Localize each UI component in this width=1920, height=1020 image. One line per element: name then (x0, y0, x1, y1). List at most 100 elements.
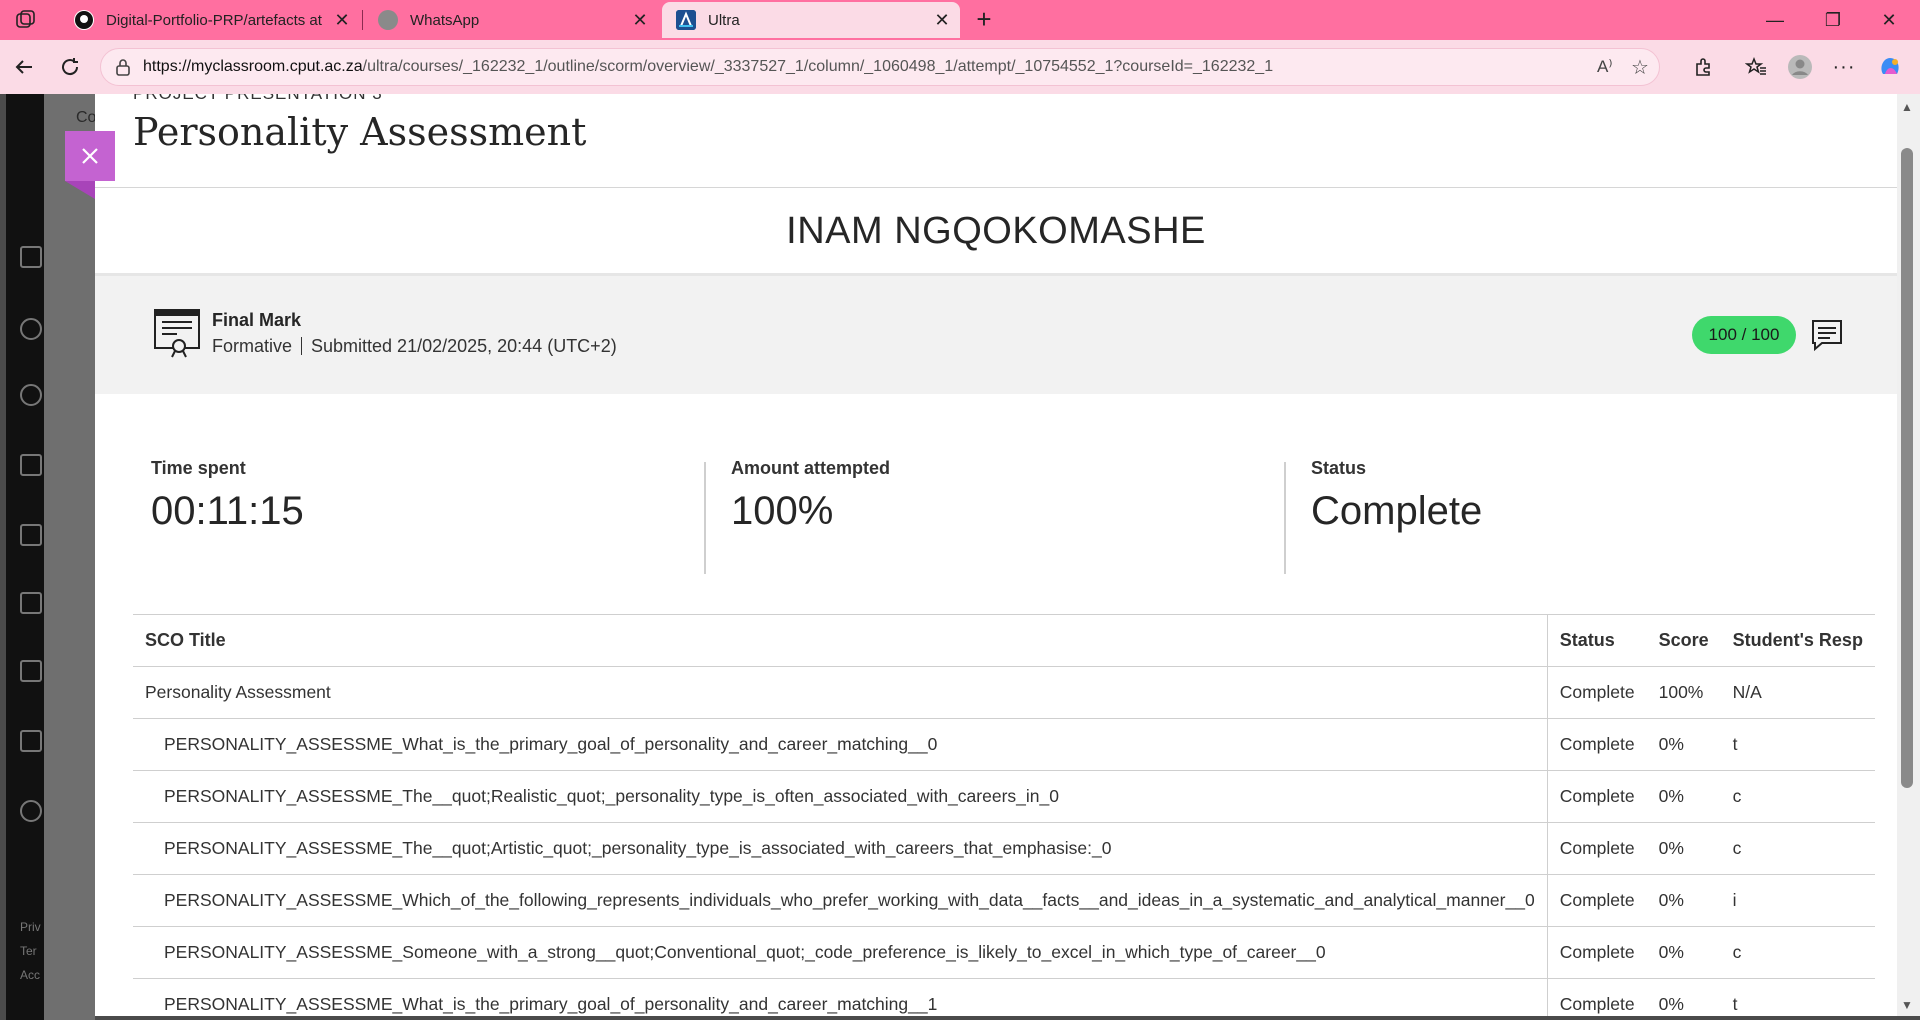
grades-icon (20, 660, 42, 682)
feedback-icon[interactable] (1810, 318, 1844, 352)
stat-time-spent: Time spent 00:11:15 (151, 458, 304, 534)
response-cell: N/A (1720, 666, 1875, 719)
back-arrow-icon (15, 60, 32, 74)
sco-table: SCO Title Status Score Student's Resp Pe… (133, 614, 1875, 1016)
close-window-button[interactable]: ✕ (1866, 6, 1912, 34)
score-badge: 100 / 100 (1692, 316, 1796, 354)
sco-title-cell: PERSONALITY_ASSESSME_What_is_the_primary… (133, 978, 1548, 1016)
scrollbar-thumb[interactable] (1901, 148, 1913, 788)
divider (1284, 462, 1286, 574)
minimize-button[interactable]: — (1752, 6, 1798, 34)
accessibility-link: Acc (20, 968, 41, 982)
grade-summary: Final Mark Formative Submitted 21/02/2025… (95, 276, 1897, 394)
reload-button[interactable] (56, 53, 84, 81)
scroll-down-icon[interactable]: ▼ (1901, 998, 1913, 1012)
close-icon[interactable]: ✕ (630, 10, 650, 30)
favorite-star-icon[interactable]: ☆ (1631, 55, 1649, 80)
read-aloud-icon[interactable]: A⁾ (1597, 57, 1613, 77)
response-cell: i (1720, 874, 1875, 927)
close-panel-button[interactable] (65, 131, 115, 181)
page-title: Personality Assessment (133, 110, 587, 154)
grade-subtitle: Formative Submitted 21/02/2025, 20:44 (UT… (212, 336, 617, 357)
browser-tabstrip: Digital-Portfolio-PRP/artefacts at ✕ Wha… (0, 0, 1920, 40)
score-cell: 0% (1646, 874, 1721, 927)
stat-label: Status (1311, 458, 1367, 478)
table-row: Personality Assessment Complete 100% N/A (133, 666, 1875, 719)
grade-title: Final Mark (212, 310, 302, 330)
new-tab-button[interactable]: + (970, 6, 998, 34)
messages-icon (20, 592, 42, 614)
sco-title-cell: PERSONALITY_ASSESSME_The__quot;Artistic_… (133, 822, 1548, 875)
courses-icon (20, 454, 42, 476)
more-menu-icon[interactable]: ··· (1830, 53, 1858, 81)
stat-amount-attempted: Amount attempted 100% (731, 458, 890, 534)
status-cell: Complete (1546, 718, 1647, 771)
close-icon[interactable]: ✕ (932, 10, 952, 30)
status-cell: Complete (1546, 874, 1647, 927)
table-row: PERSONALITY_ASSESSME_What_is_the_primary… (133, 978, 1875, 1016)
address-bar[interactable]: https://myclassroom.cput.ac.za/ultra/cou… (100, 48, 1660, 86)
lms-header-fragment: Co (76, 109, 97, 126)
stat-value: 00:11:15 (151, 489, 304, 533)
institution-icon (20, 246, 42, 268)
status-cell: Complete (1546, 770, 1647, 823)
calendar-icon (20, 524, 42, 546)
tab-title: WhatsApp (410, 11, 480, 29)
close-icon[interactable]: ✕ (332, 10, 352, 30)
extensions-icon[interactable] (1690, 53, 1718, 81)
score-cell: 0% (1646, 770, 1721, 823)
sco-title-cell: PERSONALITY_ASSESSME_The__quot;Realistic… (133, 770, 1548, 823)
divider (704, 462, 706, 574)
course-overline: PROJECT PRESENTATION 3 (133, 94, 383, 104)
stat-label: Amount attempted (731, 458, 890, 478)
privacy-link: Priv (20, 920, 41, 934)
favorites-icon[interactable] (1742, 53, 1770, 81)
github-icon (74, 10, 94, 30)
lms-course-strip: Co (44, 94, 97, 1020)
response-cell: c (1720, 770, 1875, 823)
separator (301, 337, 303, 355)
score-cell: 0% (1646, 978, 1721, 1016)
table-row: PERSONALITY_ASSESSME_Which_of_the_follow… (133, 874, 1875, 927)
sco-title-cell: PERSONALITY_ASSESSME_Which_of_the_follow… (133, 874, 1548, 927)
certificate-icon (153, 308, 201, 358)
tab-title: Digital-Portfolio-PRP/artefacts at (106, 11, 322, 29)
copilot-icon[interactable] (1876, 53, 1904, 81)
submitted-date: Submitted 21/02/2025, 20:44 (UTC+2) (311, 336, 617, 356)
status-cell: Complete (1546, 822, 1647, 875)
student-name: INAM NGQOKOMASHE (786, 210, 1206, 252)
column-header-sco-title: SCO Title (133, 614, 1548, 667)
attempt-panel: PROJECT PRESENTATION 3 Personality Asses… (95, 94, 1897, 1016)
score-cell: 0% (1646, 926, 1721, 979)
response-cell: t (1720, 718, 1875, 771)
score-cell: 100% (1646, 666, 1721, 719)
restore-button[interactable]: ❐ (1810, 6, 1856, 34)
tab-github[interactable]: Digital-Portfolio-PRP/artefacts at ✕ (60, 2, 360, 38)
url-path: /ultra/courses/_162232_1/outline/scorm/o… (362, 58, 1274, 75)
response-cell: c (1720, 926, 1875, 979)
sco-title-cell: PERSONALITY_ASSESSME_Someone_with_a_stro… (133, 926, 1548, 979)
response-cell: t (1720, 978, 1875, 1016)
lock-icon[interactable] (115, 58, 131, 81)
table-row: PERSONALITY_ASSESSME_What_is_the_primary… (133, 718, 1875, 771)
globe-icon (20, 384, 42, 406)
back-button[interactable] (10, 53, 38, 81)
scroll-up-icon[interactable]: ▲ (1901, 100, 1913, 114)
tab-whatsapp[interactable]: WhatsApp ✕ (364, 2, 658, 38)
close-icon (82, 148, 98, 164)
signout-icon (20, 800, 42, 822)
tab-ultra[interactable]: Ultra ✕ (662, 2, 960, 38)
status-cell: Complete (1546, 978, 1647, 1016)
table-row: PERSONALITY_ASSESSME_The__quot;Artistic_… (133, 822, 1875, 875)
browser-toolbar: https://myclassroom.cput.ac.za/ultra/cou… (0, 40, 1920, 94)
tab-actions-icon[interactable] (14, 8, 38, 32)
profile-avatar-icon[interactable] (1786, 53, 1814, 81)
stat-label: Time spent (151, 458, 246, 478)
sco-title-cell: PERSONALITY_ASSESSME_What_is_the_primary… (133, 718, 1548, 771)
url-text[interactable]: https://myclassroom.cput.ac.za/ultra/cou… (143, 58, 1273, 76)
column-header-response: Student's Resp (1720, 614, 1875, 667)
score-cell: 0% (1646, 718, 1721, 771)
score-cell: 0% (1646, 822, 1721, 875)
blackboard-icon (676, 10, 696, 30)
reload-icon (62, 58, 79, 76)
